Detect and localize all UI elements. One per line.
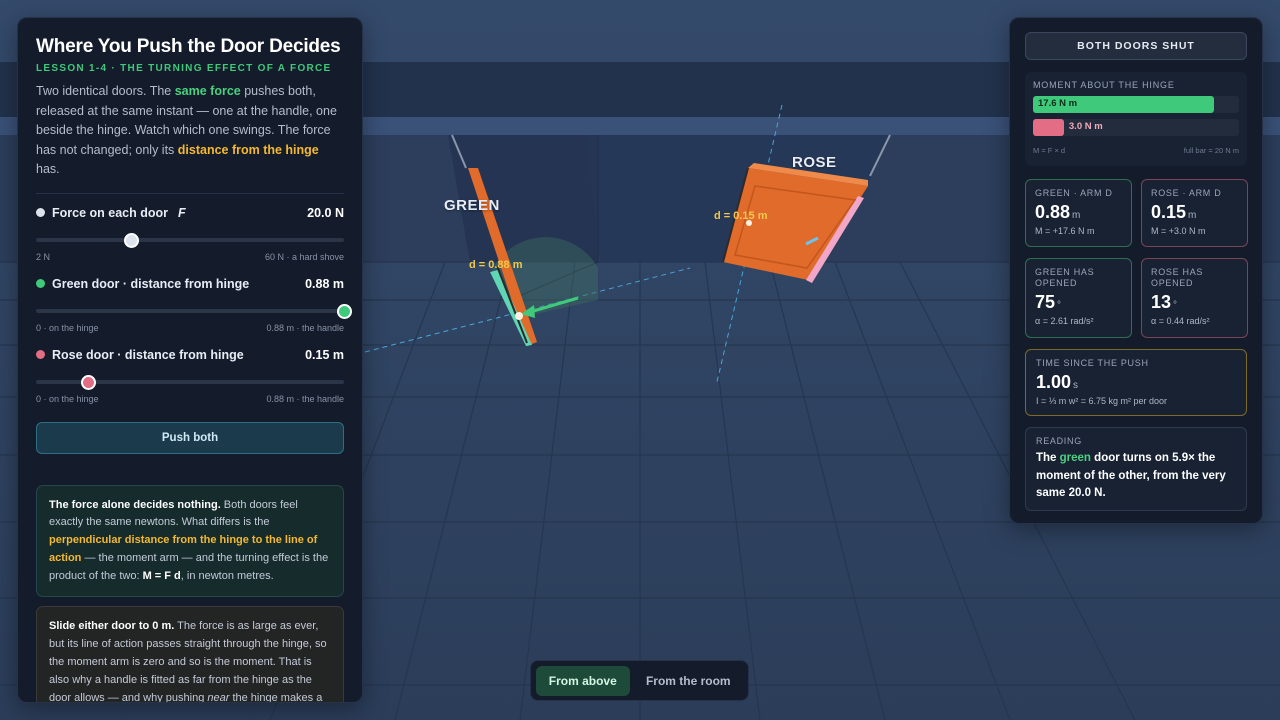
control-list: Force on each door F 20.0 N 2 N 60 N · a har… [36, 206, 352, 419]
slider-track[interactable] [36, 237, 344, 242]
slider-min-label: 0 · on the hinge [36, 393, 99, 404]
force-explanation-note: The force alone decides nothing. Both do… [36, 484, 344, 598]
control-value: 0.15 m [305, 347, 344, 362]
inertia-note: I = ⅓ m w² = 6.75 kg m² per door [1036, 396, 1168, 406]
rose-arm-card: ROSE · ARM D 0.15 m M = +3.0 N m [1141, 179, 1248, 247]
card-subtext: α = 0.44 rad/s² [1151, 316, 1210, 326]
control-value: 0.88 m [305, 276, 344, 291]
rose-opened-card: ROSE HAS OPENED 13 ° α = 0.44 rad/s² [1141, 258, 1248, 338]
slider-thumb[interactable] [337, 303, 352, 319]
lesson-subtitle: LESSON 1-4 · THE TURNING EFFECT OF A FOR… [36, 63, 332, 74]
rose-arm-label: d = 0.15 m [714, 210, 768, 222]
rose-moment-bar [1033, 119, 1064, 136]
slider-max-label: 0.88 m · the handle [266, 393, 344, 404]
control-force: Force on each door F 20.0 N 2 N 60 N · a har… [36, 206, 344, 277]
push-both-button[interactable]: Push both [36, 421, 344, 454]
card-value: 0.15 m [1151, 202, 1197, 222]
card-title: ROSE HAS OPENED [1151, 267, 1204, 288]
slider-thumb[interactable] [81, 374, 97, 390]
color-dot [36, 350, 45, 359]
control-value: 20.0 N [307, 205, 344, 220]
time-card-title: TIME SINCE THE PUSH [1036, 358, 1149, 368]
time-card: TIME SINCE THE PUSH 1.00 s I = ⅓ m w² = 6… [1025, 349, 1247, 416]
control-label: Green door · distance from hinge [36, 277, 249, 291]
green-hinge-dot [515, 312, 523, 320]
lesson-intro: Two identical doors. The same force push… [36, 84, 337, 176]
card-subtext: M = +17.6 N m [1035, 226, 1095, 236]
green-arm-label: d = 0.88 m [469, 259, 523, 271]
card-subtext: M = +3.0 N m [1151, 226, 1206, 236]
rose-door-label: ROSE [792, 154, 837, 171]
slider-min-label: 2 N [36, 251, 51, 262]
lesson-panel: Where You Push the Door Decides LESSON 1… [17, 17, 363, 703]
readout-panel: BOTH DOORS SHUT MOMENT ABOUT THE HINGE 1… [1009, 17, 1263, 524]
slider-track[interactable] [36, 308, 344, 313]
green-arm-card: GREEN · ARM D 0.88 m M = +17.6 N m [1025, 179, 1132, 247]
card-title: ROSE · ARM D [1151, 188, 1222, 198]
lesson-title: Where You Push the Door Decides [36, 36, 341, 57]
control-label: Force on each door F [36, 206, 186, 220]
moment-scale-note: full bar = 20 N m [1183, 146, 1239, 155]
green-moment-track: 17.6 N m [1033, 96, 1239, 113]
card-value: 75 ° [1035, 292, 1062, 312]
divider [36, 192, 344, 194]
time-value: 1.00 s [1036, 372, 1079, 392]
moment-chart-title: MOMENT ABOUT THE HINGE [1033, 80, 1175, 90]
card-value: 13 ° [1151, 292, 1178, 312]
view-switch: From above From the room [530, 660, 749, 701]
zero-arm-note: Slide either door to 0 m. The force is a… [36, 606, 344, 702]
control-rose-distance: Rose door · distance from hinge 0.15 m 0 ·… [36, 348, 344, 419]
rose-moment-value: 3.0 N m [1068, 121, 1103, 132]
card-title: GREEN HAS OPENED [1035, 267, 1095, 288]
rose-moment-track: 3.0 N m [1033, 119, 1239, 136]
reading-card: READING The green door turns on 5.9× the… [1025, 427, 1247, 511]
view-from-above-button[interactable]: From above [536, 666, 630, 696]
control-label: Rose door · distance from hinge [36, 348, 244, 362]
rose-distance-slider[interactable] [36, 373, 344, 391]
reading-text: The green door turns on 5.9× the moment … [1036, 452, 1226, 499]
color-dot [36, 279, 45, 288]
green-opened-card: GREEN HAS OPENED 75 ° α = 2.61 rad/s² [1025, 258, 1132, 338]
view-from-room-button[interactable]: From the room [634, 666, 743, 696]
slider-max-label: 60 N · a hard shove [264, 251, 344, 262]
green-door-label: GREEN [444, 197, 500, 214]
force-slider[interactable] [36, 231, 344, 249]
reading-title: READING [1036, 436, 1082, 446]
card-title: GREEN · ARM D [1035, 188, 1113, 198]
card-value: 0.88 m [1035, 202, 1081, 222]
green-moment-value: 17.6 N m [1038, 98, 1078, 109]
card-subtext: α = 2.61 rad/s² [1035, 316, 1094, 326]
stat-cards: GREEN · ARM D 0.88 m M = +17.6 N m ROSE · AR… [1025, 179, 1248, 338]
door-status-badge: BOTH DOORS SHUT [1025, 32, 1247, 60]
moment-formula-note: M = F × d [1033, 146, 1066, 155]
control-green-distance: Green door · distance from hinge 0.88 m 0 … [36, 276, 352, 348]
slider-thumb[interactable] [124, 232, 140, 248]
moment-chart: MOMENT ABOUT THE HINGE 17.6 N m 3.0 N m … [1025, 72, 1247, 166]
green-distance-slider[interactable] [36, 302, 352, 320]
color-dot [36, 208, 45, 217]
slider-max-label: 0.88 m · the handle [266, 322, 344, 333]
slider-min-label: 0 · on the hinge [36, 322, 99, 333]
